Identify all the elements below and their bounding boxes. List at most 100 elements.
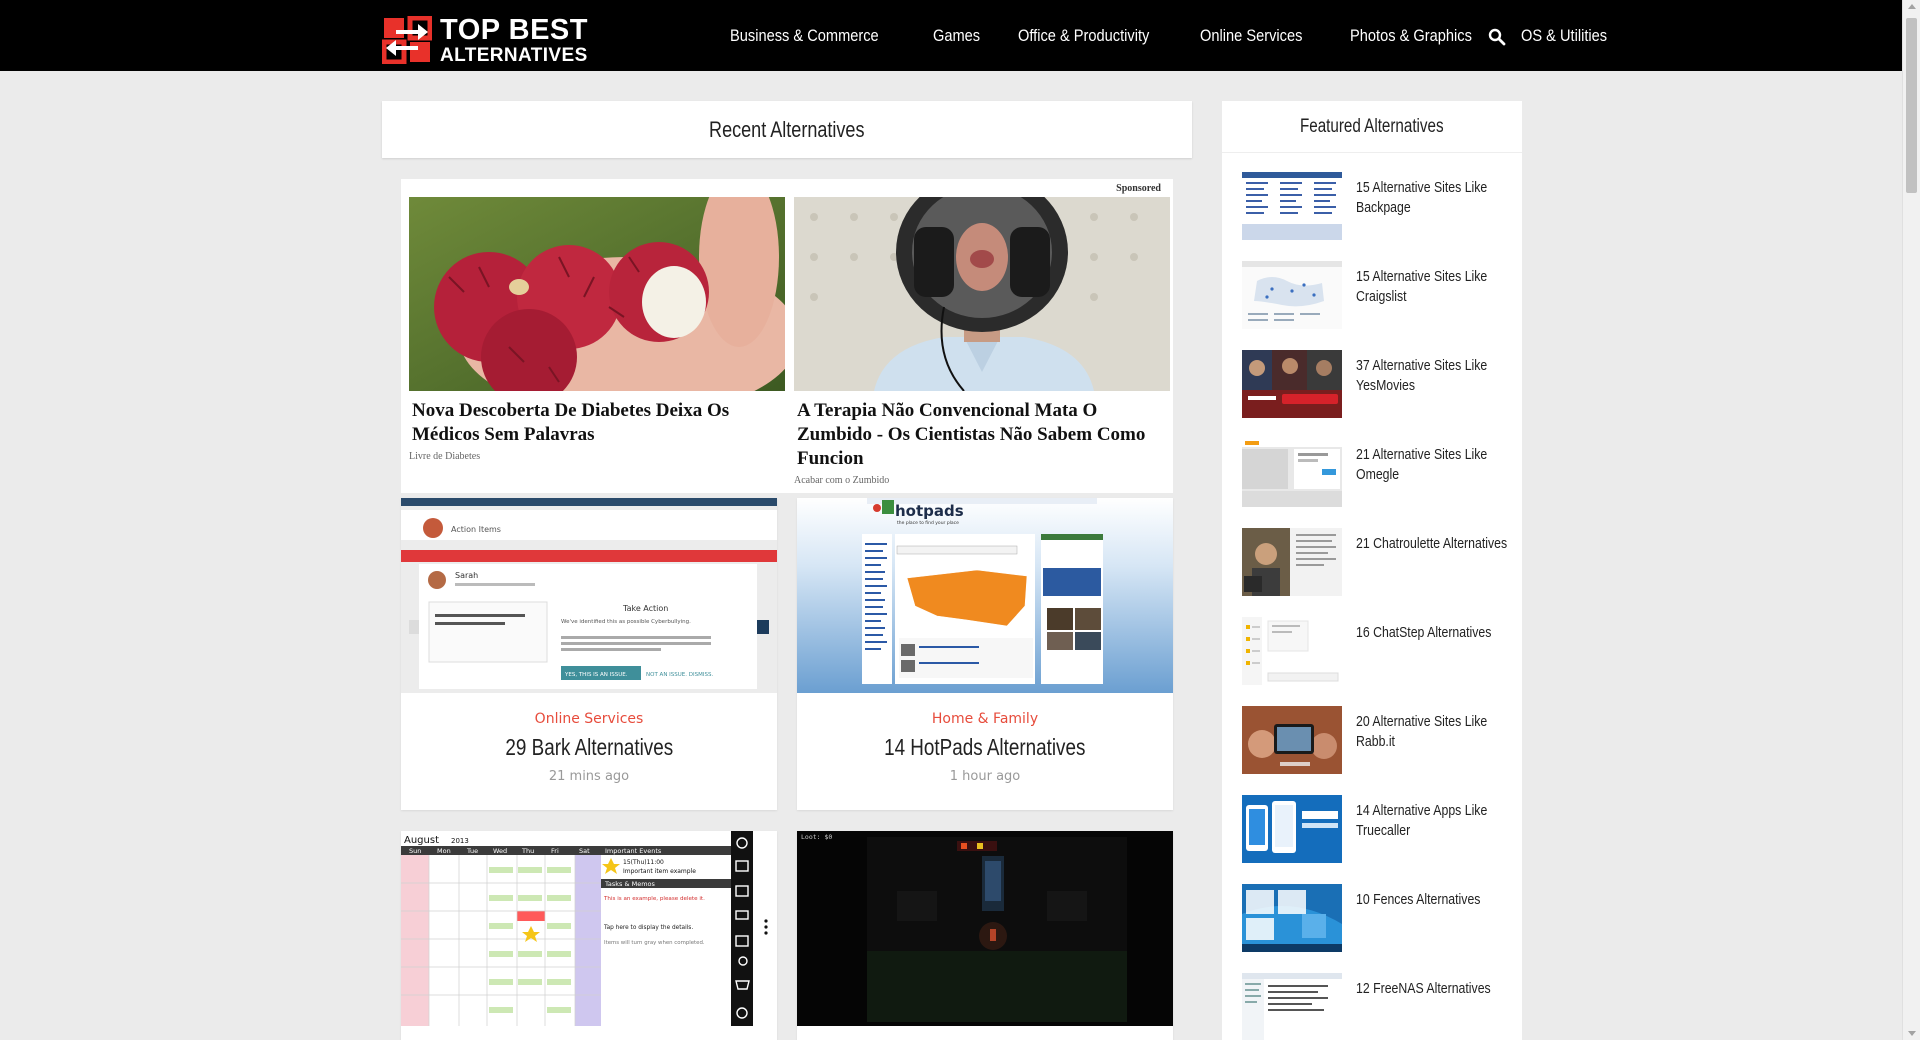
nav-os-utilities[interactable]: OS & Utilities — [1521, 26, 1607, 46]
sponsored-ad[interactable]: A Terapia Não Convencional Mata O Zumbid… — [794, 197, 1170, 486]
featured-item[interactable]: 37 Alternative Sites Like YesMovies — [1242, 350, 1512, 420]
card-category[interactable]: Online Services — [401, 711, 777, 727]
featured-item-title[interactable]: 15 Alternative Sites Like Backpage — [1356, 178, 1516, 218]
scroll-thumb[interactable] — [1906, 18, 1917, 193]
calendar-task1: This is an example, please delete it. — [603, 896, 705, 902]
featured-thumb[interactable] — [1242, 439, 1342, 507]
nav-games[interactable]: Games — [933, 26, 980, 46]
card-category[interactable]: Home & Family — [797, 711, 1173, 727]
site-logo[interactable]: TOP BEST ALTERNATIVES — [381, 13, 592, 66]
featured-item-title[interactable]: 10 Fences Alternatives — [1356, 890, 1516, 910]
hotpads-thumbnail[interactable]: hotpads the place to find your place — [797, 498, 1173, 693]
card-time: 21 mins ago — [548, 769, 630, 784]
ad-title[interactable]: A Terapia Não Convencional Mata O Zumbid… — [794, 399, 1170, 471]
ad-source: Livre de Diabetes — [409, 451, 481, 462]
featured-item-title[interactable]: 37 Alternative Sites Like YesMovies — [1356, 356, 1516, 396]
nav-business-commerce[interactable]: Business & Commerce — [730, 26, 879, 46]
ad-title[interactable]: Nova Descoberta De Diabetes Deixa Os Méd… — [409, 399, 785, 447]
search-icon[interactable] — [1488, 28, 1506, 46]
hotpads-logo-text: hotpads — [895, 502, 964, 520]
featured-item-title-text[interactable]: 16 ChatStep Alternatives — [1356, 623, 1512, 643]
featured-item-title-text[interactable]: 10 Fences Alternatives — [1356, 890, 1512, 910]
bark-not-text: NOT AN ISSUE. DISMISS. — [646, 672, 713, 678]
calendar-event1b: Important item example — [623, 868, 696, 875]
sponsored-label: Sponsored — [1116, 183, 1161, 194]
bark-action-items-text: Action Items — [451, 525, 501, 534]
alternative-card[interactable]: August 2013 Sun Mon Tue Wed Thu Fri Sat — [401, 831, 777, 1040]
calendar-month-text: August — [404, 835, 439, 846]
featured-item-title-text[interactable]: 15 Alternative Sites Like Backpage — [1356, 178, 1512, 218]
featured-item-title-text[interactable]: 15 Alternative Sites Like Craigslist — [1356, 267, 1512, 307]
cal-day-label: Thu — [521, 847, 534, 855]
page-scrollbar[interactable] — [1902, 0, 1920, 1040]
featured-item-title-text[interactable]: 12 FreeNAS Alternatives — [1356, 979, 1512, 999]
calendar-year-text: 2013 — [451, 837, 469, 845]
featured-thumb[interactable] — [1242, 617, 1342, 685]
card-title[interactable]: 14 HotPads Alternatives — [797, 734, 1173, 761]
nav-office-productivity[interactable]: Office & Productivity — [1018, 26, 1149, 46]
featured-item-title-text[interactable]: 20 Alternative Sites Like Rabb.it — [1356, 712, 1512, 752]
featured-item-title-text[interactable]: 21 Alternative Sites Like Omegle — [1356, 445, 1512, 485]
calendar-tasks-head: Tasks & Memos — [604, 880, 656, 888]
calendar-task2: Tap here to display the details. — [603, 925, 693, 931]
scroll-down-arrow-icon[interactable] — [1908, 1031, 1916, 1036]
card-title[interactable]: 29 Bark Alternatives — [401, 734, 777, 761]
logo-line1: TOP BEST — [440, 13, 588, 46]
alternative-card[interactable]: Action Items Sarah Take Action We've ide… — [401, 498, 777, 810]
nav-online-services[interactable]: Online Services — [1200, 26, 1302, 46]
featured-item-title[interactable]: 15 Alternative Sites Like Craigslist — [1356, 267, 1516, 307]
cal-day-label: Sat — [579, 847, 590, 855]
featured-item[interactable]: 21 Chatroulette Alternatives — [1242, 528, 1512, 598]
card-time: 1 hour ago — [949, 769, 1021, 784]
featured-thumb[interactable] — [1242, 973, 1342, 1040]
ad-image-rambutan[interactable] — [409, 197, 785, 391]
bark-thumbnail[interactable]: Action Items Sarah Take Action We've ide… — [401, 498, 777, 693]
calendar-task3: Items will turn gray when completed. — [604, 940, 705, 946]
featured-item[interactable]: 15 Alternative Sites Like Craigslist — [1242, 261, 1512, 331]
featured-item-title[interactable]: 14 Alternative Apps Like Truecaller — [1356, 801, 1516, 841]
featured-item[interactable]: 20 Alternative Sites Like Rabb.it — [1242, 706, 1512, 776]
featured-item-title[interactable]: 16 ChatStep Alternatives — [1356, 623, 1516, 643]
site-header: TOP BEST ALTERNATIVES Business & Commerc… — [0, 0, 1902, 71]
alternative-card[interactable]: hotpads the place to find your place Hom… — [797, 498, 1173, 810]
sponsored-ad[interactable]: Nova Descoberta De Diabetes Deixa Os Méd… — [409, 197, 785, 462]
featured-item[interactable]: 14 Alternative Apps Like Truecaller — [1242, 795, 1512, 865]
scroll-up-arrow-icon[interactable] — [1908, 4, 1916, 9]
featured-item-title-text[interactable]: 14 Alternative Apps Like Truecaller — [1356, 801, 1512, 841]
sponsored-block: Sponsored Nova Descoberta De Diabetes De… — [401, 179, 1173, 493]
ad-source: Acabar com o Zumbido — [794, 475, 890, 486]
cal-day-label: Tue — [466, 847, 478, 855]
featured-thumb[interactable] — [1242, 795, 1342, 863]
ad-image-headphones[interactable] — [794, 197, 1170, 391]
logo-text: TOP BEST ALTERNATIVES — [440, 13, 588, 66]
bark-take-action-text: Take Action — [622, 604, 668, 613]
featured-thumb[interactable] — [1242, 706, 1342, 774]
featured-thumb[interactable] — [1242, 884, 1342, 952]
featured-item[interactable]: 15 Alternative Sites Like Backpage — [1242, 172, 1512, 242]
featured-item-title[interactable]: 21 Chatroulette Alternatives — [1356, 534, 1516, 554]
card-title-text[interactable]: 29 Bark Alternatives — [505, 734, 673, 761]
featured-item-title[interactable]: 20 Alternative Sites Like Rabb.it — [1356, 712, 1516, 752]
hotpads-tagline-text: the place to find your place — [897, 520, 959, 526]
featured-thumb[interactable] — [1242, 350, 1342, 418]
featured-item[interactable]: 12 FreeNAS Alternatives — [1242, 973, 1512, 1040]
calendar-thumbnail[interactable]: August 2013 Sun Mon Tue Wed Thu Fri Sat — [401, 831, 777, 1026]
featured-thumb[interactable] — [1242, 172, 1342, 240]
featured-thumb[interactable] — [1242, 528, 1342, 596]
nav-photos-graphics[interactable]: Photos & Graphics — [1350, 26, 1472, 46]
featured-item-title-text[interactable]: 21 Chatroulette Alternatives — [1356, 534, 1512, 554]
logo-line2: ALTERNATIVES — [440, 44, 588, 66]
featured-item-title[interactable]: 12 FreeNAS Alternatives — [1356, 979, 1516, 999]
featured-item[interactable]: 16 ChatStep Alternatives — [1242, 617, 1512, 687]
featured-item[interactable]: 10 Fences Alternatives — [1242, 884, 1512, 954]
game-thumbnail[interactable]: Loot: $0 — [797, 831, 1173, 1026]
featured-thumb[interactable] — [1242, 261, 1342, 329]
card-title-text[interactable]: 14 HotPads Alternatives — [884, 734, 1085, 761]
featured-item-title[interactable]: 21 Alternative Sites Like Omegle — [1356, 445, 1516, 485]
recent-alternatives-title: Recent Alternatives — [709, 116, 865, 142]
calendar-events-head: Important Events — [605, 847, 662, 855]
featured-item-title-text[interactable]: 37 Alternative Sites Like YesMovies — [1356, 356, 1512, 396]
alternative-card[interactable]: Loot: $0 — [797, 831, 1173, 1040]
cal-day-label: Wed — [493, 847, 507, 855]
featured-item[interactable]: 21 Alternative Sites Like Omegle — [1242, 439, 1512, 509]
